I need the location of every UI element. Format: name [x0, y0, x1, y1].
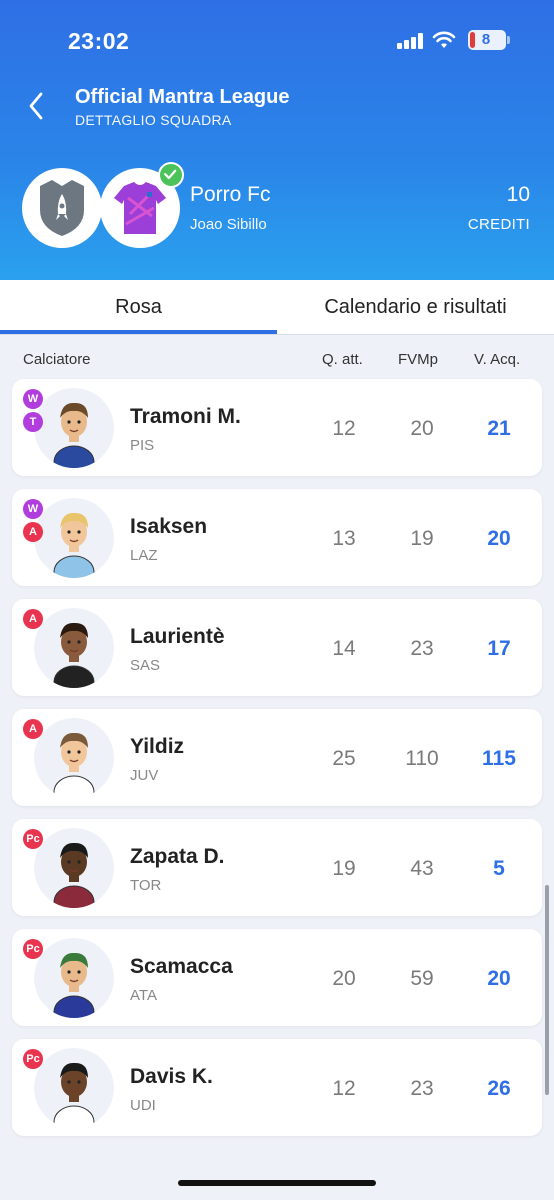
player-avatar: [34, 608, 114, 688]
player-q-att: 14: [332, 637, 356, 660]
shield-icon: [40, 180, 84, 236]
back-chevron-icon[interactable]: [22, 88, 52, 124]
role-badge: A: [23, 609, 43, 629]
credits-label: CREDITI: [467, 216, 530, 233]
team-logo: [22, 168, 102, 248]
role-badge: A: [23, 522, 43, 542]
role-badge: Pc: [23, 939, 43, 959]
role-badge: A: [23, 719, 43, 739]
player-q-att: 12: [332, 417, 356, 440]
player-card[interactable]: A Yildiz JUV 25 110 115: [12, 709, 542, 806]
role-badge: W: [23, 499, 43, 519]
player-fvmp: 110: [405, 747, 439, 770]
column-headers: Calciatore Q. att. FVMp V. Acq.: [0, 340, 554, 378]
manager-name: Joao Sibillo: [190, 216, 267, 233]
player-team: SAS: [130, 657, 161, 674]
player-card[interactable]: A Laurientè SAS 14 23 17: [12, 599, 542, 696]
battery-level: 8: [481, 31, 491, 48]
player-card[interactable]: Pc Scamacca ATA 20 59 20: [12, 929, 542, 1026]
home-indicator: [178, 1180, 376, 1186]
status-time: 23:02: [68, 28, 130, 54]
active-tab-indicator: [0, 330, 277, 334]
player-q-att: 12: [332, 1077, 356, 1100]
player-name: Isaksen: [130, 515, 208, 538]
league-title: Official Mantra League: [75, 86, 290, 108]
column-q-att[interactable]: Q. att.: [322, 351, 363, 368]
player-fvmp: 23: [410, 1077, 434, 1100]
player-team: ATA: [130, 987, 157, 1004]
player-v-acq: 21: [487, 417, 511, 440]
player-fvmp: 19: [410, 527, 434, 550]
player-v-acq: 20: [487, 967, 511, 990]
player-team: UDI: [130, 1097, 156, 1114]
player-avatar: [34, 718, 114, 798]
player-avatar: [34, 828, 114, 908]
column-fvmp[interactable]: FVMp: [398, 351, 438, 368]
league-subtitle: DETTAGLIO SQUADRA: [75, 112, 232, 128]
player-card[interactable]: Pc Davis K. UDI 12 23 26: [12, 1039, 542, 1136]
player-fvmp: 43: [410, 857, 434, 880]
player-avatar: [34, 498, 114, 578]
player-avatar: [34, 938, 114, 1018]
scrollbar[interactable]: [545, 885, 549, 1095]
player-team: LAZ: [130, 547, 158, 564]
battery-tip: [507, 36, 510, 44]
player-v-acq: 17: [487, 637, 511, 660]
player-name: Tramoni M.: [130, 405, 241, 428]
player-name: Zapata D.: [130, 845, 225, 868]
role-badge: W: [23, 389, 43, 409]
header: 23:02 8 Official Mantra League DETTAGLIO…: [0, 0, 554, 280]
player-team: TOR: [130, 877, 162, 894]
player-q-att: 19: [332, 857, 356, 880]
player-team: PIS: [130, 437, 155, 454]
player-fvmp: 20: [410, 417, 434, 440]
player-v-acq: 20: [487, 527, 511, 550]
tab-rosa[interactable]: Rosa: [0, 280, 277, 335]
column-v-acq[interactable]: V. Acq.: [474, 351, 520, 368]
battery-icon: 8: [468, 30, 506, 50]
player-v-acq: 115: [482, 747, 516, 770]
team-name: Porro Fc: [190, 183, 271, 206]
player-card[interactable]: Pc Zapata D. TOR 19 43 5: [12, 819, 542, 916]
wifi-icon: [432, 31, 456, 48]
player-v-acq: 26: [487, 1077, 511, 1100]
player-v-acq: 5: [493, 857, 505, 880]
column-player[interactable]: Calciatore: [23, 351, 91, 368]
player-name: Laurientè: [130, 625, 225, 648]
role-badge: Pc: [23, 1049, 43, 1069]
player-q-att: 25: [332, 747, 356, 770]
player-avatar: [34, 1048, 114, 1128]
player-card[interactable]: W A Isaksen LAZ 13 19 20: [12, 489, 542, 586]
player-q-att: 20: [332, 967, 356, 990]
role-badge: T: [23, 412, 43, 432]
player-fvmp: 59: [410, 967, 434, 990]
player-name: Yildiz: [130, 735, 185, 758]
check-icon: [158, 162, 184, 188]
player-name: Davis K.: [130, 1065, 213, 1088]
player-card[interactable]: W T Tramoni M. PIS 12 20 21: [12, 379, 542, 476]
player-q-att: 13: [332, 527, 356, 550]
player-fvmp: 23: [410, 637, 434, 660]
signal-icon: [397, 33, 423, 49]
tab-bar: Rosa Calendario e risultati: [0, 280, 554, 335]
status-bar: 23:02 8: [0, 0, 554, 80]
credits-value: 10: [506, 183, 530, 206]
player-team: JUV: [130, 767, 159, 784]
player-name: Scamacca: [130, 955, 233, 978]
tab-calendario[interactable]: Calendario e risultati: [277, 280, 554, 335]
player-avatar: [34, 388, 114, 468]
role-badge: Pc: [23, 829, 43, 849]
